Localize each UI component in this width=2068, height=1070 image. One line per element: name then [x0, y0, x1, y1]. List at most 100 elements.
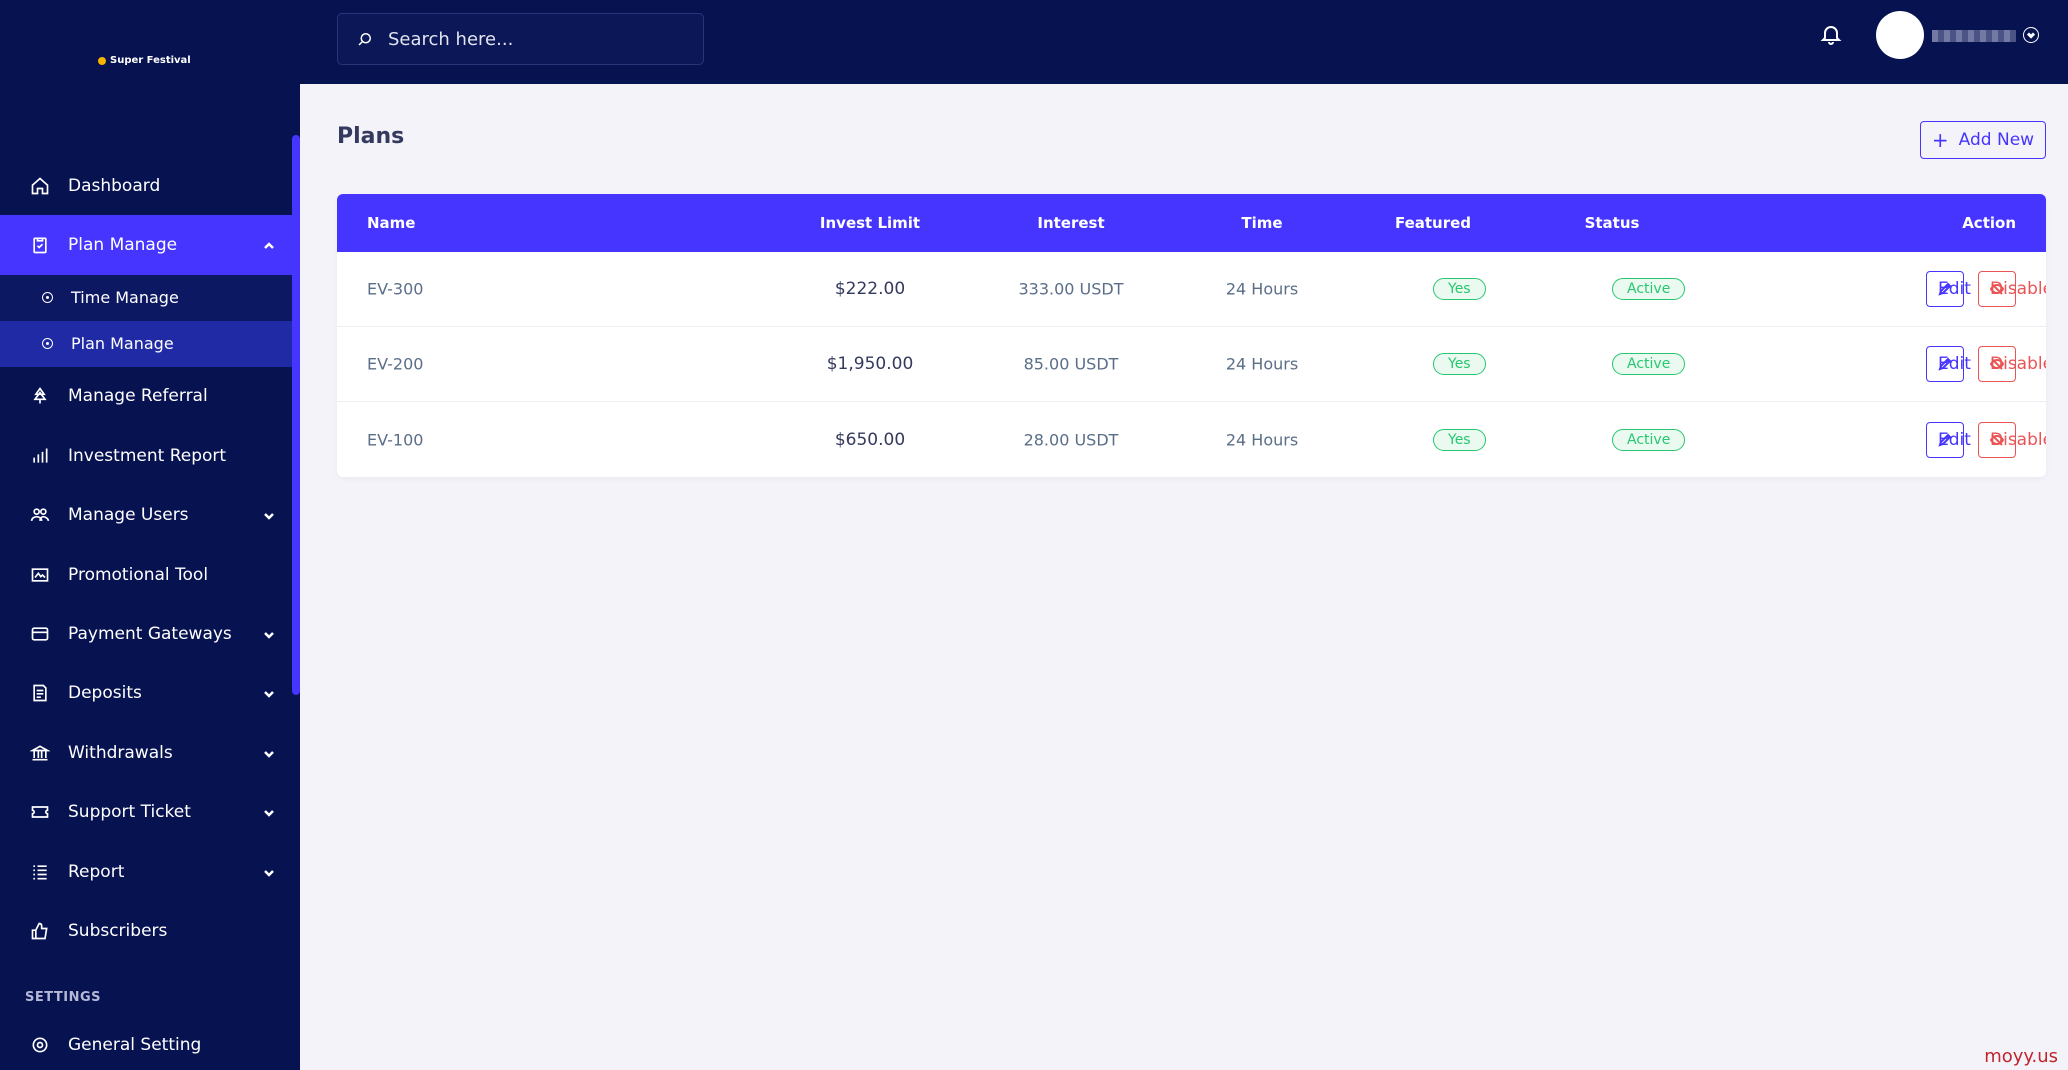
column-header-featured: Featured — [1394, 214, 1472, 232]
circle-dot-icon — [42, 292, 53, 304]
home-icon — [28, 174, 52, 198]
table-row: EV-100 $650.00 28.00 USDT 24 Hours Yes A… — [337, 402, 2046, 477]
sidebar-subitem-plan-manage[interactable]: Plan Manage — [0, 320, 292, 367]
add-new-label: Add New — [1958, 130, 2035, 150]
sidebar-item-label: Manage Referral — [68, 386, 208, 407]
sidebar-item-label: Report — [68, 861, 125, 882]
topbar — [300, 0, 2068, 84]
row-actions: Edit Disable — [1926, 271, 2046, 307]
thumbs-up-icon — [28, 919, 52, 943]
search-box — [337, 13, 704, 65]
cell-invest-limit: $1,950.00 — [826, 354, 914, 374]
edit-label: Edit — [1938, 354, 1971, 374]
sidebar-item-subscribers[interactable]: Subscribers — [0, 901, 292, 960]
settings-section-title: SETTINGS — [25, 990, 102, 1005]
table-row: EV-300 $222.00 333.00 USDT 24 Hours Yes … — [337, 252, 2046, 327]
credit-card-icon — [28, 622, 52, 646]
cell-time: 24 Hours — [1225, 279, 1299, 299]
bar-chart-icon — [28, 444, 52, 468]
plans-table: Name Invest Limit Interest Time Featured… — [337, 194, 2046, 477]
sidebar-item-support-ticket[interactable]: Support Ticket — [0, 783, 292, 842]
sidebar-item-manage-users[interactable]: Manage Users — [0, 486, 292, 545]
chevron-down-icon[interactable] — [2023, 27, 2039, 43]
chevron-down-icon — [262, 627, 276, 641]
search-input[interactable] — [388, 28, 688, 50]
edit-label: Edit — [1938, 279, 1971, 299]
sidebar: Super Festival Dashboard Plan Manage Tim… — [0, 0, 300, 1070]
column-header-action: Action — [1962, 214, 2016, 232]
sidebar-subitem-time-manage[interactable]: Time Manage — [0, 274, 292, 321]
column-header-interest: Interest — [1037, 214, 1105, 232]
sidebar-subitem-label: Time Manage — [71, 288, 179, 308]
circle-dot-icon — [42, 338, 53, 350]
receipt-icon — [28, 681, 52, 705]
sidebar-item-dashboard[interactable]: Dashboard — [0, 156, 292, 215]
image-icon — [28, 563, 52, 587]
sidebar-general-wrapper: General Setting — [0, 1015, 292, 1070]
sidebar-item-plan-manage[interactable]: Plan Manage — [0, 215, 292, 275]
tree-icon — [28, 384, 52, 408]
chevron-down-icon — [262, 865, 276, 879]
sidebar-item-label: Promotional Tool — [68, 564, 209, 585]
disable-label: Disable — [1990, 429, 2046, 450]
row-actions: Edit Disable — [1926, 346, 2046, 382]
sidebar-item-report[interactable]: Report — [0, 842, 292, 901]
sidebar-item-label: Payment Gateways — [68, 624, 232, 645]
column-header-invest-limit: Invest Limit — [819, 214, 921, 232]
sidebar-subitem-label: Plan Manage — [71, 334, 174, 354]
logo-text: Super Festival — [110, 55, 191, 66]
chevron-up-icon — [262, 238, 276, 252]
chevron-down-icon — [262, 508, 276, 522]
watermark: moyy.us — [1984, 1046, 2058, 1067]
edit-label: Edit — [1938, 429, 1971, 450]
sidebar-item-withdrawals[interactable]: Withdrawals — [0, 723, 292, 782]
column-header-name: Name — [367, 214, 416, 232]
sidebar-item-general-setting[interactable]: General Setting — [0, 1015, 292, 1070]
sidebar-item-promotional-tool[interactable]: Promotional Tool — [0, 545, 292, 604]
status-badge: Active — [1612, 353, 1686, 375]
cell-interest: 28.00 USDT — [1023, 430, 1119, 449]
logo-icon — [98, 56, 106, 65]
disable-label: Disable — [1990, 279, 2046, 299]
brand-logo[interactable]: Super Festival — [98, 55, 191, 66]
clipboard-icon — [28, 233, 52, 257]
status-badge: Active — [1612, 428, 1686, 451]
sidebar-item-payment-gateways[interactable]: Payment Gateways — [0, 604, 292, 663]
add-new-button[interactable]: + Add New — [1920, 121, 2046, 159]
sidebar-item-label: General Setting — [68, 1034, 202, 1055]
chevron-down-icon — [262, 746, 276, 760]
sidebar-scrollbar[interactable] — [292, 135, 300, 695]
sidebar-item-label: Subscribers — [68, 920, 168, 941]
page-title: Plans — [337, 124, 405, 149]
table-header: Name Invest Limit Interest Time Featured… — [337, 194, 2046, 252]
table-row: EV-200 $1,950.00 85.00 USDT 24 Hours Yes… — [337, 327, 2046, 402]
chevron-down-icon — [262, 686, 276, 700]
sidebar-item-investment-report[interactable]: Investment Report — [0, 426, 292, 485]
cell-name: EV-200 — [367, 354, 424, 374]
sidebar-item-label: Manage Users — [68, 505, 189, 526]
featured-badge: Yes — [1433, 278, 1486, 300]
edit-button[interactable]: Edit — [1926, 421, 1971, 458]
chevron-down-icon — [262, 805, 276, 819]
column-header-time: Time — [1241, 214, 1283, 232]
users-icon — [28, 503, 52, 527]
username-blurred[interactable] — [1932, 30, 2016, 42]
gear-icon — [28, 1033, 52, 1057]
edit-button[interactable]: Edit — [1926, 346, 1971, 382]
featured-badge: Yes — [1433, 353, 1486, 375]
avatar[interactable] — [1876, 11, 1924, 59]
sidebar-nav: Dashboard Plan Manage Time Manage Plan M… — [0, 156, 292, 961]
disable-button[interactable]: Disable — [1978, 271, 2046, 307]
sidebar-item-label: Deposits — [68, 683, 142, 704]
plus-icon: + — [1931, 128, 1949, 152]
edit-button[interactable]: Edit — [1926, 271, 1971, 307]
disable-button[interactable]: Disable — [1978, 421, 2046, 458]
sidebar-item-deposits[interactable]: Deposits — [0, 664, 292, 723]
disable-label: Disable — [1990, 354, 2046, 374]
sidebar-item-manage-referral[interactable]: Manage Referral — [0, 367, 292, 426]
disable-button[interactable]: Disable — [1978, 346, 2046, 382]
status-badge: Active — [1612, 278, 1686, 300]
notification-bell-icon[interactable] — [1817, 20, 1845, 48]
cell-name: EV-300 — [367, 279, 424, 299]
column-header-status: Status — [1584, 214, 1640, 232]
